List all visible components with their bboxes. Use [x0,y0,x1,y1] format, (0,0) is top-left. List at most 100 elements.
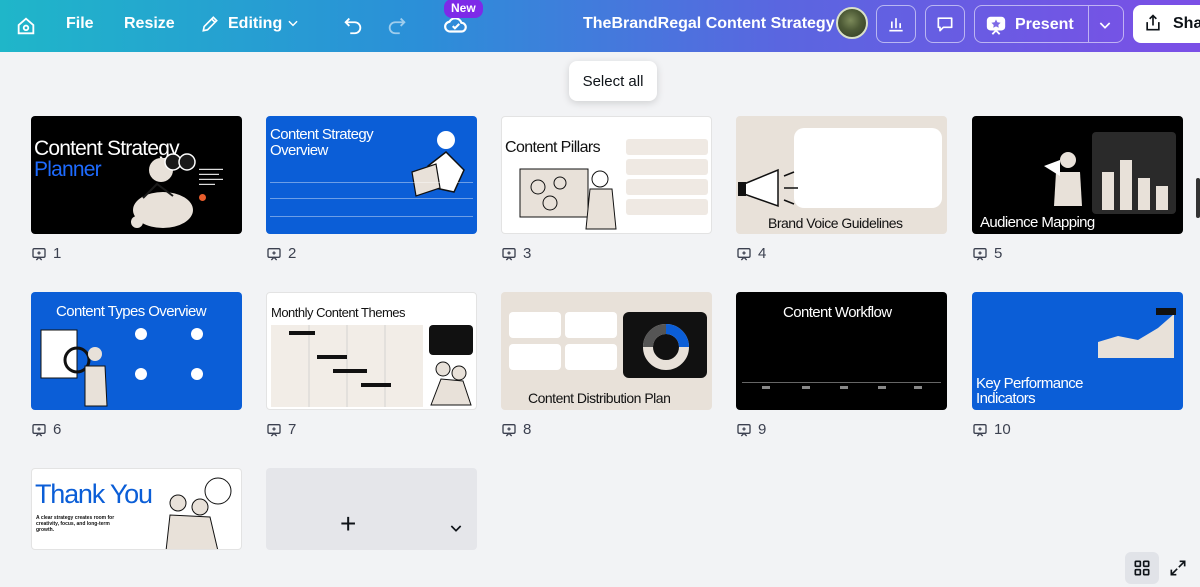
page-title: Content Distribution Plan [528,390,671,406]
redo-icon[interactable] [384,12,410,38]
resize-button[interactable]: Resize [124,15,175,33]
present-page-icon [737,423,751,436]
present-icon [986,16,1006,35]
page-number-2[interactable]: 2 [266,245,296,262]
insights-button[interactable] [876,5,916,43]
home-icon[interactable] [10,10,42,42]
page-number-label: 6 [53,421,62,438]
page-number-label: 1 [53,245,62,262]
page-body-text: A clear strategy creates room for creati… [36,515,115,533]
chevron-down-icon[interactable] [284,14,302,32]
pencil-icon [198,12,222,36]
megaphone-person-illustration [1044,152,1082,206]
page-number-10[interactable]: 10 [972,421,1011,438]
page-title: Content Types Overview [56,303,207,320]
present-label: Present [1015,16,1074,33]
present-page-icon [267,423,281,436]
page-title: Content Workflow [783,304,892,321]
page-number-label: 4 [758,245,767,262]
present-page-icon [32,247,46,260]
magnifier-person-illustration [40,329,108,407]
page-number-label: 8 [523,421,532,438]
present-page-icon [973,423,987,436]
undo-icon[interactable] [340,12,366,38]
present-page-icon [502,423,516,436]
megaphone-illustration [738,168,798,208]
page-number-8[interactable]: 8 [501,421,531,438]
page-number-label: 10 [994,421,1011,438]
page-thumbnail-1[interactable]: Content Strategy Planner ▬▬▬▬▬▬ ▬▬▬▬▬ ▬▬▬▬… [31,116,242,234]
area-chart-graphic [1098,308,1176,358]
present-divider [1088,6,1089,42]
present-page-icon [32,423,46,436]
select-all-button[interactable]: Select all [569,61,657,101]
page-thumbnail-5[interactable]: Audience Mapping [972,116,1183,234]
fullscreen-button[interactable] [1164,554,1192,582]
page-body-text: ▬▬▬▬▬▬ ▬▬▬▬▬ ▬▬▬▬▬▬ ▬▬▬▬ [199,166,223,186]
author-dot [199,194,206,201]
comment-icon [937,17,953,32]
present-page-icon [502,247,516,260]
page-number-4[interactable]: 4 [736,245,766,262]
new-badge: New [444,0,483,18]
people-illustration [430,361,472,406]
top-toolbar: File Resize Editing New TheBrandRegal Co… [0,0,1200,52]
page-thumbnail-10[interactable]: Key Performance Indicators [972,292,1183,410]
page-number-label: 9 [758,421,767,438]
document-title[interactable]: TheBrandRegal Content Strategy [583,15,835,33]
page-title: Content Strategy Overview [270,126,374,159]
page-thumbnail-11[interactable]: Thank You A clear strategy creates room … [31,468,242,550]
people-lightbulb-illustration [165,477,232,549]
page-thumbnail-2[interactable]: Content Strategy Overview [266,116,477,234]
page-title: Audience Mapping [980,214,1095,231]
page-subtitle: Planner [34,158,102,181]
page-thumbnail-9[interactable]: Content Workflow [736,292,947,410]
present-page-icon [973,247,987,260]
page-number-label: 7 [288,421,297,438]
comments-button[interactable] [925,5,965,43]
chevron-down-icon[interactable] [448,520,464,536]
grid-view-button[interactable] [1125,552,1159,584]
page-thumbnail-3[interactable]: Content Pillars [501,116,712,234]
share-icon [1146,14,1160,31]
page-thumbnail-7[interactable]: Monthly Content Themes [266,292,477,410]
page-number-label: 5 [994,245,1003,262]
binoculars-illustration [131,153,196,228]
reading-person-illustration [411,131,465,197]
page-thumbnail-6[interactable]: Content Types Overview [31,292,242,410]
share-label: Sha [1173,15,1200,32]
audience-bar-chart-graphic [1102,160,1168,210]
scrollbar[interactable] [1196,178,1200,218]
page-number-label: 3 [523,245,532,262]
share-button[interactable]: Sha [1133,5,1200,43]
page-number-1[interactable]: 1 [31,245,61,262]
page-title: Content Pillars [505,139,601,156]
add-page-button[interactable]: + [266,468,477,550]
page-title: Key Performance Indicators [976,375,1083,407]
bar-chart-icon [889,18,903,32]
avatar[interactable] [836,7,868,39]
chevron-down-icon[interactable] [1097,17,1113,33]
page-thumbnail-8[interactable]: Content Distribution Plan [501,292,712,410]
grid-icon [1134,560,1150,576]
page-number-7[interactable]: 7 [266,421,296,438]
page-number-3[interactable]: 3 [501,245,531,262]
calendar-grid-graphic [271,325,423,407]
planning-board-illustration [519,168,617,230]
page-number-6[interactable]: 6 [31,421,61,438]
file-menu[interactable]: File [66,15,94,33]
page-title: Monthly Content Themes [271,305,406,320]
expand-icon [1170,560,1186,576]
page-title: Brand Voice Guidelines [768,215,903,231]
page-number-label: 2 [288,245,297,262]
page-number-5[interactable]: 5 [972,245,1002,262]
plus-icon: + [340,508,357,539]
present-button[interactable]: Present [974,5,1124,43]
editing-mode-button[interactable]: Editing [228,15,282,33]
page-number-9[interactable]: 9 [736,421,766,438]
present-page-icon [737,247,751,260]
page-thumbnail-4[interactable]: Brand Voice Guidelines [736,116,947,234]
present-page-icon [267,247,281,260]
page-title: Thank You [35,479,153,509]
donut-chart-graphic [643,324,689,370]
